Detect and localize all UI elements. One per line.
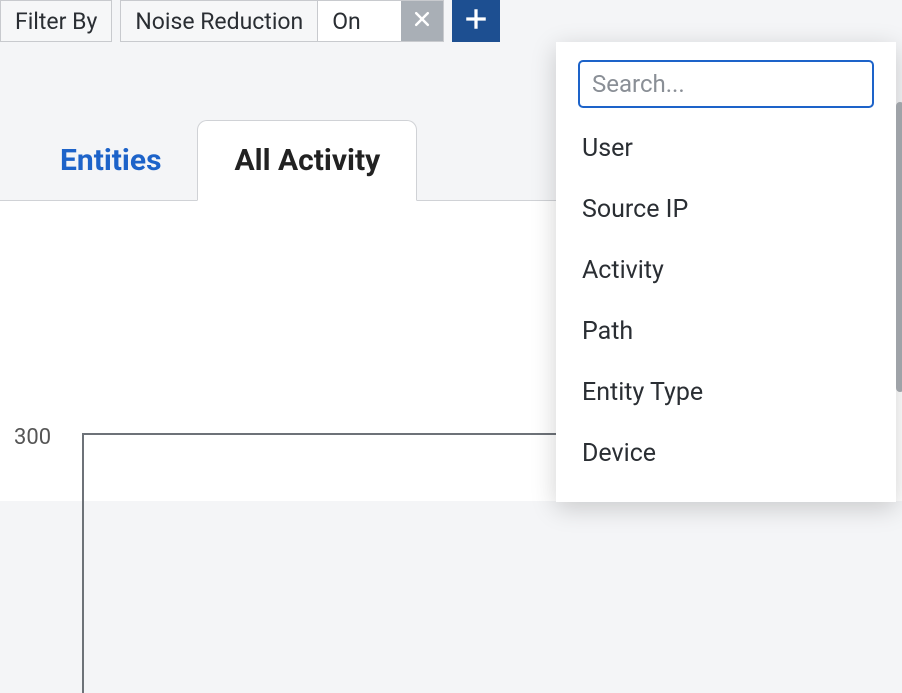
dropdown-item-device[interactable]: Device — [556, 423, 896, 484]
dropdown-list: User Source IP Activity Path Entity Type… — [556, 118, 896, 484]
dropdown-item-activity[interactable]: Activity — [556, 240, 896, 301]
dropdown-item-path[interactable]: Path — [556, 301, 896, 362]
filter-chip-noise-reduction: Noise Reduction On — [120, 0, 443, 42]
close-icon — [412, 9, 432, 33]
y-axis-tick: 300 — [14, 425, 51, 450]
dropdown-item-user[interactable]: User — [556, 118, 896, 179]
plus-icon — [463, 6, 489, 36]
search-input[interactable] — [578, 60, 874, 108]
filter-bar: Filter By Noise Reduction On — [0, 0, 902, 42]
tab-entities[interactable]: Entities — [24, 121, 197, 200]
filter-chip-remove[interactable] — [401, 1, 443, 41]
filter-by-label: Filter By — [15, 8, 97, 35]
add-filter-button[interactable] — [452, 0, 500, 42]
tab-all-activity[interactable]: All Activity — [197, 120, 417, 201]
search-wrap — [556, 60, 896, 118]
filter-chip-label[interactable]: Noise Reduction — [121, 1, 318, 41]
dropdown-item-source-ip[interactable]: Source IP — [556, 179, 896, 240]
dropdown-item-entity-type[interactable]: Entity Type — [556, 362, 896, 423]
scrollbar[interactable] — [896, 102, 902, 392]
filter-chip-value[interactable]: On — [318, 1, 401, 41]
filter-by-chip[interactable]: Filter By — [0, 0, 112, 42]
filter-dropdown: User Source IP Activity Path Entity Type… — [556, 42, 896, 502]
